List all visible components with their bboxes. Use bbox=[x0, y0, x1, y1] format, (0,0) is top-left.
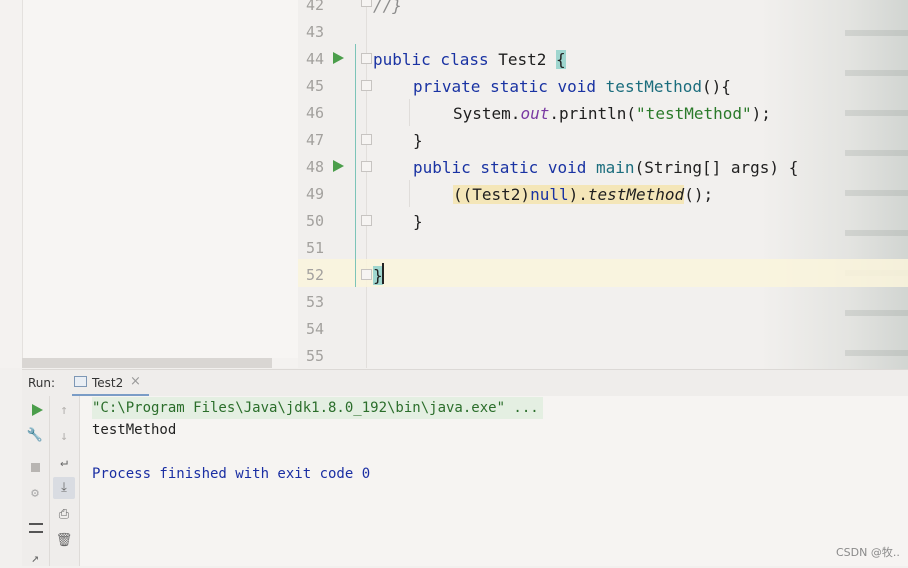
close-icon[interactable]: × bbox=[130, 374, 141, 389]
background-decoration-stripes bbox=[845, 30, 908, 360]
fold-marker-icon[interactable] bbox=[361, 269, 372, 280]
line-number: 42 bbox=[305, 0, 324, 14]
code-line-49[interactable]: ((Test2)null).testMethod(); bbox=[453, 181, 713, 208]
line-number: 52 bbox=[305, 266, 324, 284]
line-number: 43 bbox=[305, 23, 324, 41]
indent-guide bbox=[409, 99, 410, 126]
current-line-highlight bbox=[298, 259, 908, 287]
code-text: ). bbox=[568, 185, 588, 204]
method-name: main bbox=[596, 158, 635, 177]
line-number: 48 bbox=[305, 158, 324, 176]
indent-guide bbox=[409, 180, 410, 207]
code-line-50[interactable]: } bbox=[413, 208, 423, 235]
horizontal-scrollbar[interactable] bbox=[22, 358, 272, 368]
run-toolbar-primary: 🔧 ⚙ ↗ bbox=[22, 396, 50, 566]
line-number: 44 bbox=[305, 50, 324, 68]
method-call: testMethod bbox=[587, 185, 685, 204]
line-number: 46 bbox=[305, 104, 324, 122]
code-line-47[interactable]: } bbox=[413, 127, 423, 154]
method-name: testMethod bbox=[605, 77, 702, 96]
code-line-48[interactable]: public static void main(String[] args) { bbox=[413, 154, 798, 181]
pin-icon[interactable]: ↗ bbox=[26, 550, 44, 568]
keyword: null bbox=[530, 185, 569, 204]
code-text: (); bbox=[684, 185, 714, 204]
tab-test2[interactable]: Test2 × bbox=[72, 370, 149, 397]
static-field: out bbox=[520, 104, 550, 123]
code-line-45[interactable]: private static void testMethod(){ bbox=[413, 73, 731, 100]
line-number: 53 bbox=[305, 293, 324, 311]
warning-highlight: ((Test2)null).testMethod bbox=[453, 185, 685, 204]
rerun-icon[interactable] bbox=[32, 404, 43, 416]
code-line-44[interactable]: public class Test2 { bbox=[373, 46, 566, 73]
console-command-line[interactable]: "C:\Program Files\Java\jdk1.8.0_192\bin\… bbox=[92, 397, 543, 419]
run-panel-header: Run: Test2 × bbox=[22, 369, 908, 397]
line-number: 50 bbox=[305, 212, 324, 230]
fold-marker-icon[interactable] bbox=[361, 134, 372, 145]
line-number: 45 bbox=[305, 77, 324, 95]
code-text: System. bbox=[453, 104, 521, 123]
fold-marker-icon[interactable] bbox=[361, 53, 372, 64]
run-class-icon[interactable] bbox=[333, 52, 344, 64]
console-process-status: Process finished with exit code 0 bbox=[92, 466, 371, 482]
fold-marker-icon[interactable] bbox=[361, 80, 372, 91]
tab-label: Test2 bbox=[92, 376, 124, 390]
text-caret bbox=[382, 263, 384, 284]
fold-marker-icon[interactable] bbox=[361, 161, 372, 172]
keyword: public static void bbox=[413, 158, 587, 177]
arrow-down-icon[interactable]: ↓ bbox=[55, 428, 73, 446]
string-literal: "testMethod" bbox=[636, 104, 752, 123]
matched-brace: { bbox=[556, 50, 566, 69]
code-text: (){ bbox=[702, 77, 731, 96]
stop-icon[interactable] bbox=[31, 463, 40, 472]
console-output[interactable]: "C:\Program Files\Java\jdk1.8.0_192\bin\… bbox=[80, 396, 908, 566]
fold-marker-icon[interactable] bbox=[361, 0, 372, 7]
run-main-icon[interactable] bbox=[333, 160, 344, 172]
line-number: 54 bbox=[305, 320, 324, 338]
class-name: Test2 bbox=[488, 50, 557, 69]
project-panel bbox=[0, 0, 299, 368]
keyword: public class bbox=[373, 50, 489, 69]
line-number: 47 bbox=[305, 131, 324, 149]
code-line-42[interactable]: //} bbox=[373, 0, 402, 19]
keyword: private static void bbox=[413, 77, 597, 96]
line-number: 49 bbox=[305, 185, 324, 203]
print-icon[interactable]: ⎙ bbox=[55, 506, 73, 524]
code-text: ((Test2) bbox=[453, 185, 531, 204]
layout-icon[interactable] bbox=[29, 523, 43, 533]
debug-icon[interactable]: ⚙ bbox=[26, 485, 44, 503]
code-text: (String[] args) { bbox=[634, 158, 799, 177]
wrench-icon[interactable]: 🔧 bbox=[26, 427, 44, 445]
project-panel-content bbox=[22, 0, 299, 358]
console-output-line: testMethod bbox=[92, 422, 177, 438]
code-text: .println( bbox=[549, 104, 637, 123]
arrow-up-icon[interactable]: ↑ bbox=[55, 402, 73, 420]
line-number: 55 bbox=[305, 347, 324, 365]
watermark: CSDN @牧.. bbox=[836, 546, 900, 559]
scope-indicator bbox=[355, 44, 356, 287]
scroll-to-end-icon[interactable]: ⤓ bbox=[55, 479, 73, 497]
soft-wrap-icon[interactable]: ↵ bbox=[55, 454, 73, 472]
run-label: Run: bbox=[28, 376, 56, 390]
code-line-46[interactable]: System.out.println("testMethod"); bbox=[453, 100, 771, 127]
trash-icon[interactable]: 🗑 bbox=[55, 532, 73, 550]
line-number: 51 bbox=[305, 239, 324, 257]
run-toolbar-secondary: ↑ ↓ ↵ ⤓ ⎙ 🗑 bbox=[50, 396, 80, 566]
code-text: ); bbox=[751, 104, 771, 123]
console-icon bbox=[74, 376, 87, 387]
fold-marker-icon[interactable] bbox=[361, 215, 372, 226]
